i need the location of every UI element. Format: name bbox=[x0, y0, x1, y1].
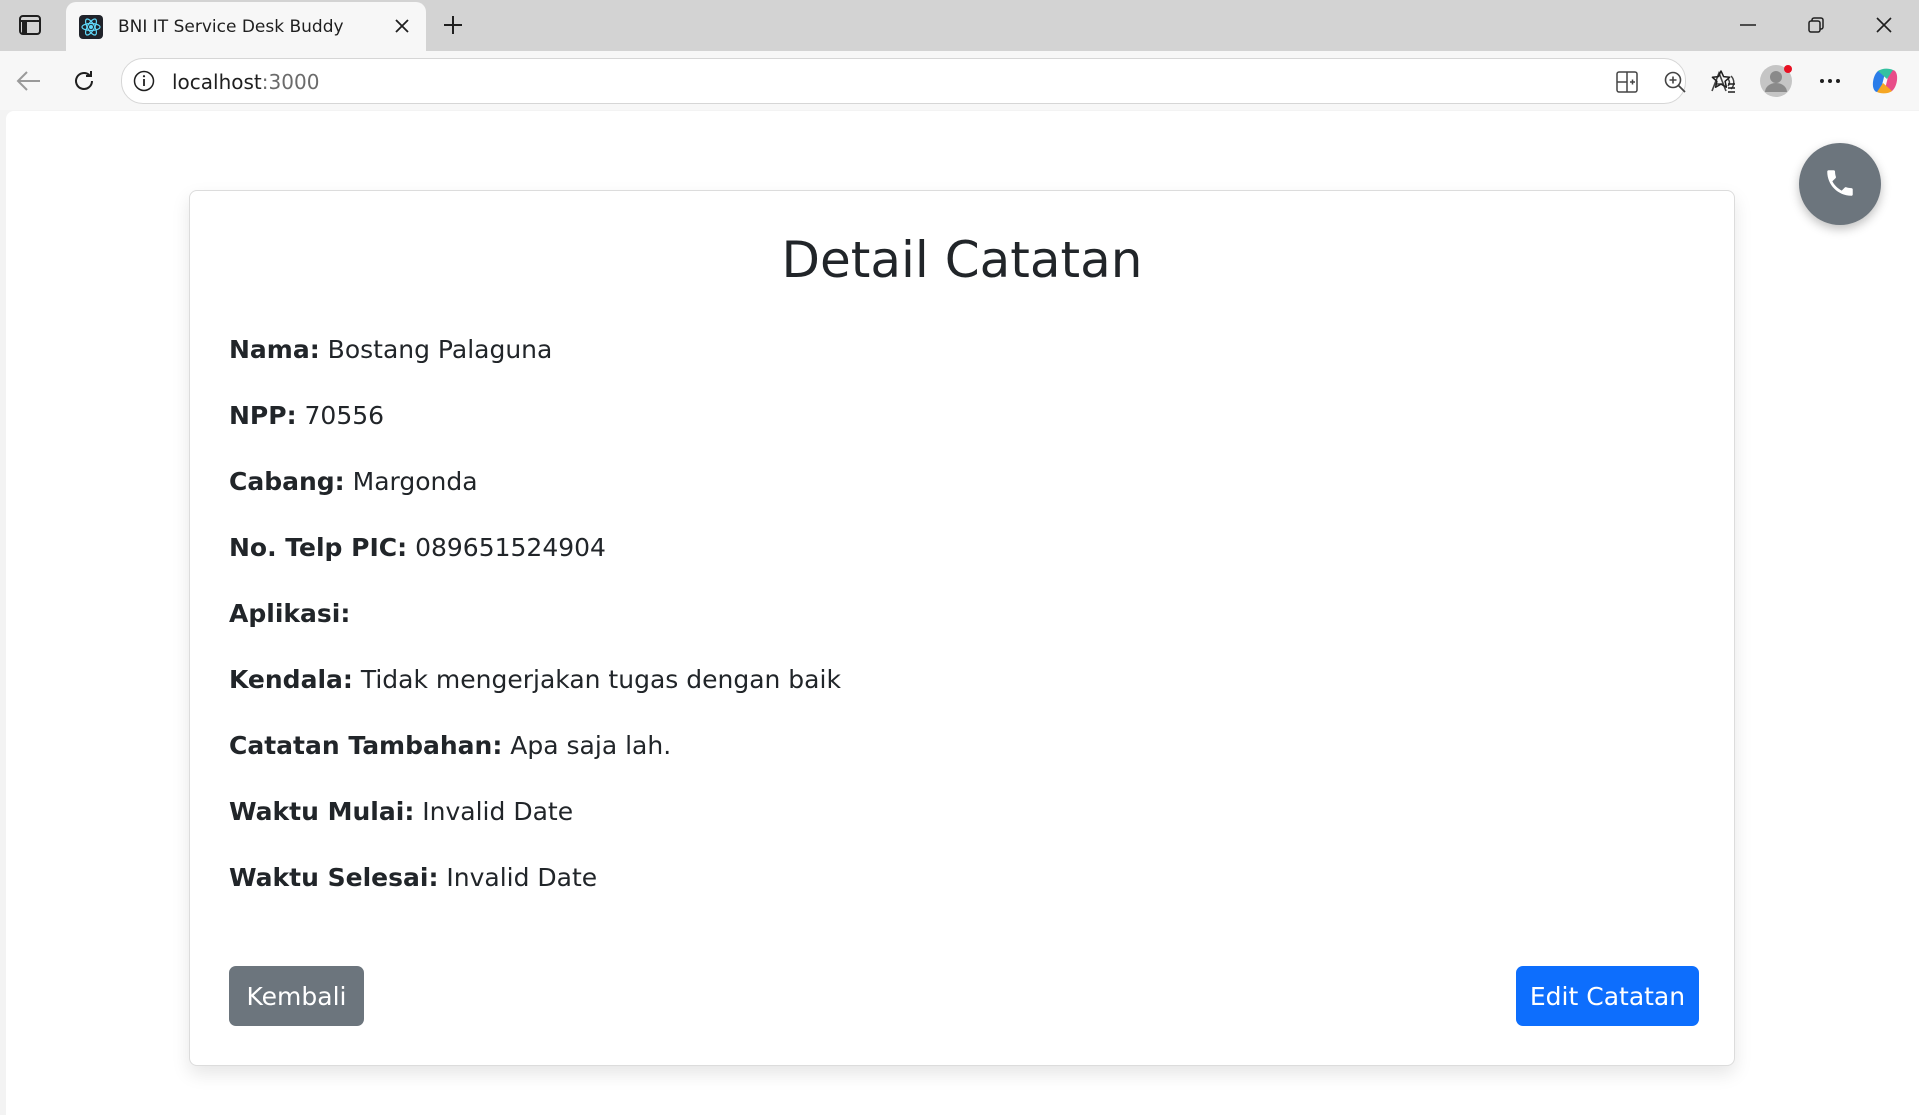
field-no-telp-pic: No. Telp PIC: 089651524904 bbox=[229, 533, 606, 562]
copilot-icon[interactable] bbox=[1868, 64, 1902, 98]
detail-card: Detail Catatan Nama: Bostang Palaguna NP… bbox=[189, 190, 1735, 1066]
field-label: Cabang: bbox=[229, 467, 345, 496]
field-label: Kendala: bbox=[229, 665, 353, 694]
field-label: Catatan Tambahan: bbox=[229, 731, 503, 760]
field-value: Bostang Palaguna bbox=[327, 335, 553, 364]
field-label: Waktu Mulai: bbox=[229, 797, 415, 826]
refresh-icon[interactable] bbox=[66, 63, 102, 99]
minimize-icon[interactable] bbox=[1718, 6, 1778, 44]
url-port: :3000 bbox=[261, 70, 320, 94]
page-viewport: Detail Catatan Nama: Bostang Palaguna NP… bbox=[6, 111, 1919, 1115]
zoom-icon[interactable] bbox=[1661, 68, 1689, 96]
field-label: No. Telp PIC: bbox=[229, 533, 408, 562]
new-tab-icon[interactable] bbox=[438, 10, 468, 40]
call-button[interactable] bbox=[1799, 143, 1881, 225]
back-button[interactable]: Kembali bbox=[229, 966, 364, 1026]
browser-toolbar: localhost:3000 bbox=[0, 51, 1919, 110]
field-catatan-tambahan: Catatan Tambahan: Apa saja lah. bbox=[229, 731, 671, 760]
profile-avatar-icon[interactable] bbox=[1759, 64, 1793, 98]
url-host: localhost bbox=[172, 70, 262, 94]
field-value: Tidak mengerjakan tugas dengan baik bbox=[360, 665, 841, 694]
field-nama: Nama: Bostang Palaguna bbox=[229, 335, 552, 364]
address-bar[interactable]: localhost:3000 bbox=[121, 58, 1782, 104]
browser-tabstrip: BNI IT Service Desk Buddy bbox=[0, 0, 1919, 51]
more-options-icon[interactable] bbox=[1813, 64, 1847, 98]
react-logo-icon bbox=[78, 14, 104, 40]
field-label: Aplikasi: bbox=[229, 599, 351, 628]
field-value: Margonda bbox=[352, 467, 478, 496]
field-cabang: Cabang: Margonda bbox=[229, 467, 478, 496]
browser-tab-active[interactable]: BNI IT Service Desk Buddy bbox=[66, 2, 426, 51]
field-value: Apa saja lah. bbox=[510, 731, 672, 760]
field-value: 70556 bbox=[304, 401, 385, 430]
field-kendala: Kendala: Tidak mengerjakan tugas dengan … bbox=[229, 665, 841, 694]
tab-actions-icon[interactable] bbox=[14, 12, 46, 38]
field-value: Invalid Date bbox=[422, 797, 574, 826]
favorites-icon[interactable] bbox=[1706, 64, 1740, 98]
field-npp: NPP: 70556 bbox=[229, 401, 384, 430]
tab-title: BNI IT Service Desk Buddy bbox=[118, 16, 344, 37]
field-waktu-mulai: Waktu Mulai: Invalid Date bbox=[229, 797, 573, 826]
phone-icon bbox=[1823, 166, 1857, 203]
field-label: Nama: bbox=[229, 335, 320, 364]
split-screen-icon[interactable] bbox=[1613, 68, 1641, 96]
back-arrow-icon[interactable] bbox=[11, 63, 47, 99]
field-value: Invalid Date bbox=[446, 863, 598, 892]
restore-icon[interactable] bbox=[1786, 6, 1846, 44]
field-value: 089651524904 bbox=[415, 533, 606, 562]
close-window-icon[interactable] bbox=[1854, 6, 1914, 44]
field-label: Waktu Selesai: bbox=[229, 863, 439, 892]
field-aplikasi: Aplikasi: bbox=[229, 599, 350, 628]
site-info-icon[interactable] bbox=[132, 69, 156, 93]
url-text: localhost:3000 bbox=[172, 70, 319, 94]
page-title: Detail Catatan bbox=[781, 231, 1143, 289]
field-label: NPP: bbox=[229, 401, 297, 430]
field-waktu-selesai: Waktu Selesai: Invalid Date bbox=[229, 863, 597, 892]
tab-close-icon[interactable] bbox=[390, 14, 414, 38]
edit-note-button[interactable]: Edit Catatan bbox=[1516, 966, 1699, 1026]
